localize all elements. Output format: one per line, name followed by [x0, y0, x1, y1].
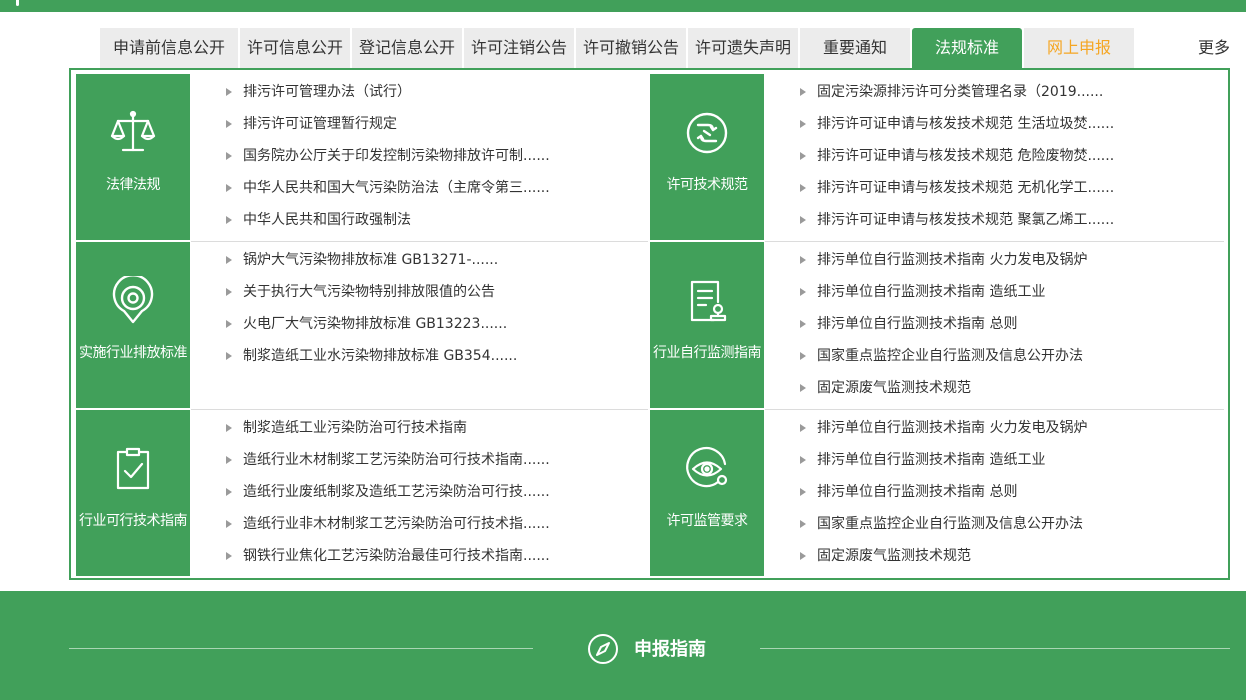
- row-divider: [191, 241, 648, 242]
- tab-cancellation-notice[interactable]: 许可注销公告: [464, 28, 574, 68]
- row-divider: [765, 241, 1224, 242]
- row-divider: [765, 409, 1224, 410]
- section-title-technical-specs: 许可技术规范: [666, 177, 749, 193]
- section-block-emission-standards[interactable]: 实施行业排放标准: [76, 242, 190, 408]
- tab-pre-application-disclosure[interactable]: 申请前信息公开: [100, 28, 238, 68]
- tab-license-disclosure[interactable]: 许可信息公开: [240, 28, 350, 68]
- list-item[interactable]: 固定源废气监测技术规范: [800, 372, 1087, 404]
- regulations-panel: 法律法规 排污许可管理办法（试行） 排污许可证管理暂行规定 国务院办公厅关于印发…: [69, 68, 1230, 580]
- section-list-technical-specs: 固定污染源排污许可分类管理名录（2019...... 排污许可证申请与核发技术规…: [800, 76, 1114, 236]
- list-item[interactable]: 排污单位自行监测技术指南 总则: [800, 308, 1087, 340]
- list-item[interactable]: 中华人民共和国行政强制法: [226, 204, 550, 236]
- page: 申请前信息公开 许可信息公开 登记信息公开 许可注销公告 许可撤销公告 许可遗失…: [0, 0, 1246, 700]
- list-item[interactable]: 国家重点监控企业自行监测及信息公开办法: [800, 508, 1087, 540]
- tab-revocation-notice[interactable]: 许可撤销公告: [576, 28, 686, 68]
- list-item[interactable]: 排污许可证申请与核发技术规范 危险废物焚......: [800, 140, 1114, 172]
- list-item[interactable]: 固定污染源排污许可分类管理名录（2019......: [800, 76, 1114, 108]
- footer-band: 申报指南: [0, 591, 1246, 700]
- document-stamp-icon: [650, 276, 764, 326]
- section-title-feasible-tech: 行业可行技术指南: [79, 513, 188, 529]
- tab-registration-disclosure[interactable]: 登记信息公开: [352, 28, 462, 68]
- list-item[interactable]: 排污单位自行监测技术指南 火力发电及锅炉: [800, 244, 1087, 276]
- clipboard-check-icon: [76, 444, 190, 494]
- eye-search-icon: [650, 444, 764, 494]
- recycle-icon: [650, 108, 764, 158]
- section-block-feasible-tech[interactable]: 行业可行技术指南: [76, 410, 190, 576]
- scales-icon: [76, 108, 190, 158]
- list-item[interactable]: 排污许可管理办法（试行）: [226, 76, 550, 108]
- footer-divider-right: [760, 648, 1230, 649]
- section-title-supervision: 许可监管要求: [666, 513, 749, 529]
- list-item[interactable]: 制浆造纸工业污染防治可行技术指南: [226, 412, 550, 444]
- tab-important-notice[interactable]: 重要通知: [800, 28, 910, 68]
- list-item[interactable]: 造纸行业废纸制浆及造纸工艺污染防治可行技......: [226, 476, 550, 508]
- tab-bar: 申请前信息公开 许可信息公开 登记信息公开 许可注销公告 许可撤销公告 许可遗失…: [100, 28, 1136, 68]
- section-list-self-monitoring: 排污单位自行监测技术指南 火力发电及锅炉 排污单位自行监测技术指南 造纸工业 排…: [800, 244, 1087, 404]
- section-list-supervision: 排污单位自行监测技术指南 火力发电及锅炉 排污单位自行监测技术指南 造纸工业 排…: [800, 412, 1087, 572]
- list-item[interactable]: 制浆造纸工业水污染物排放标准 GB354......: [226, 340, 517, 372]
- tab-loss-statement[interactable]: 许可遗失声明: [688, 28, 798, 68]
- section-list-laws: 排污许可管理办法（试行） 排污许可证管理暂行规定 国务院办公厅关于印发控制污染物…: [226, 76, 550, 236]
- row-divider: [191, 409, 648, 410]
- tab-regulations-standards[interactable]: 法规标准: [912, 28, 1022, 68]
- list-item[interactable]: 造纸行业非木材制浆工艺污染防治可行技术指......: [226, 508, 550, 540]
- section-title-emission-standards: 实施行业排放标准: [79, 345, 188, 361]
- section-list-feasible-tech: 制浆造纸工业污染防治可行技术指南 造纸行业木材制浆工艺污染防治可行技术指南...…: [226, 412, 550, 572]
- list-item[interactable]: 钢铁行业焦化工艺污染防治最佳可行技术指南......: [226, 540, 550, 572]
- list-item[interactable]: 中华人民共和国大气污染防治法（主席令第三......: [226, 172, 550, 204]
- list-item[interactable]: 固定源废气监测技术规范: [800, 540, 1087, 572]
- list-item[interactable]: 排污许可证申请与核发技术规范 无机化学工......: [800, 172, 1114, 204]
- more-link[interactable]: 更多: [1198, 28, 1230, 68]
- section-block-laws[interactable]: 法律法规: [76, 74, 190, 240]
- list-item[interactable]: 排污许可证管理暂行规定: [226, 108, 550, 140]
- tab-online-application[interactable]: 网上申报: [1024, 28, 1134, 68]
- location-pin-icon: [76, 276, 190, 326]
- footer-divider-left: [69, 648, 533, 649]
- list-item[interactable]: 排污单位自行监测技术指南 造纸工业: [800, 276, 1087, 308]
- list-item[interactable]: 国家重点监控企业自行监测及信息公开办法: [800, 340, 1087, 372]
- list-item[interactable]: 排污许可证申请与核发技术规范 聚氯乙烯工......: [800, 204, 1114, 236]
- section-title-self-monitoring: 行业自行监测指南: [653, 345, 762, 361]
- list-item[interactable]: 排污单位自行监测技术指南 总则: [800, 476, 1087, 508]
- list-item[interactable]: 国务院办公厅关于印发控制污染物排放许可制......: [226, 140, 550, 172]
- list-item[interactable]: 造纸行业木材制浆工艺污染防治可行技术指南......: [226, 444, 550, 476]
- section-title-laws: 法律法规: [106, 177, 161, 193]
- section-block-supervision[interactable]: 许可监管要求: [650, 410, 764, 576]
- footer-title[interactable]: 申报指南: [634, 635, 706, 661]
- top-strip: [0, 0, 1246, 12]
- list-item[interactable]: 火电厂大气污染物排放标准 GB13223......: [226, 308, 517, 340]
- section-block-self-monitoring[interactable]: 行业自行监测指南: [650, 242, 764, 408]
- list-item[interactable]: 排污单位自行监测技术指南 火力发电及锅炉: [800, 412, 1087, 444]
- compass-icon: [587, 633, 619, 665]
- list-item[interactable]: 排污单位自行监测技术指南 造纸工业: [800, 444, 1087, 476]
- top-strip-marker: [16, 0, 19, 6]
- list-item[interactable]: 关于执行大气污染物特别排放限值的公告: [226, 276, 517, 308]
- section-list-emission-standards: 锅炉大气污染物排放标准 GB13271-...... 关于执行大气污染物特别排放…: [226, 244, 517, 372]
- list-item[interactable]: 排污许可证申请与核发技术规范 生活垃圾焚......: [800, 108, 1114, 140]
- list-item[interactable]: 锅炉大气污染物排放标准 GB13271-......: [226, 244, 517, 276]
- section-block-technical-specs[interactable]: 许可技术规范: [650, 74, 764, 240]
